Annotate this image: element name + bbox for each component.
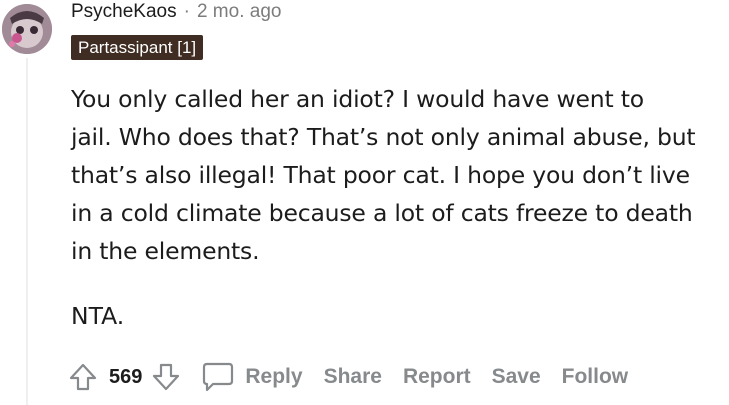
comment-line: in a cold climate because a lot of cats … (71, 199, 693, 227)
share-button[interactable]: Share (324, 365, 382, 389)
save-button[interactable]: Save (492, 365, 541, 389)
comment-body: You only called her an idiot? I would ha… (71, 80, 721, 270)
comment-action-bar: 569 Reply Share Report Save Follow (68, 359, 628, 395)
avatar-image (2, 4, 52, 54)
comment-line: that’s also illegal! That poor cat. I ho… (71, 161, 690, 189)
vote-count: 569 (109, 365, 143, 388)
separator-dot: · (183, 1, 190, 22)
comment-line: in the elements. (71, 237, 260, 265)
comment-line: You only called her an idiot? I would ha… (71, 85, 644, 113)
user-flair: Partassipant [1] (71, 35, 204, 60)
thread-line[interactable] (26, 58, 28, 405)
comment-line: jail. Who does that? That’s not only ani… (71, 123, 696, 151)
avatar[interactable] (2, 4, 52, 54)
report-button[interactable]: Report (403, 365, 471, 389)
comment-age[interactable]: 2 mo. ago (197, 1, 282, 23)
speech-bubble-icon[interactable] (201, 361, 235, 393)
username-link[interactable]: PsycheKaos (71, 1, 177, 23)
comment-header: PsycheKaos · 2 mo. ago (71, 0, 281, 24)
follow-button[interactable]: Follow (562, 365, 629, 389)
arrow-up-icon[interactable] (68, 362, 98, 392)
reply-button[interactable]: Reply (245, 365, 302, 389)
comment-verdict: NTA. (71, 302, 125, 330)
arrow-down-icon[interactable] (151, 362, 181, 392)
